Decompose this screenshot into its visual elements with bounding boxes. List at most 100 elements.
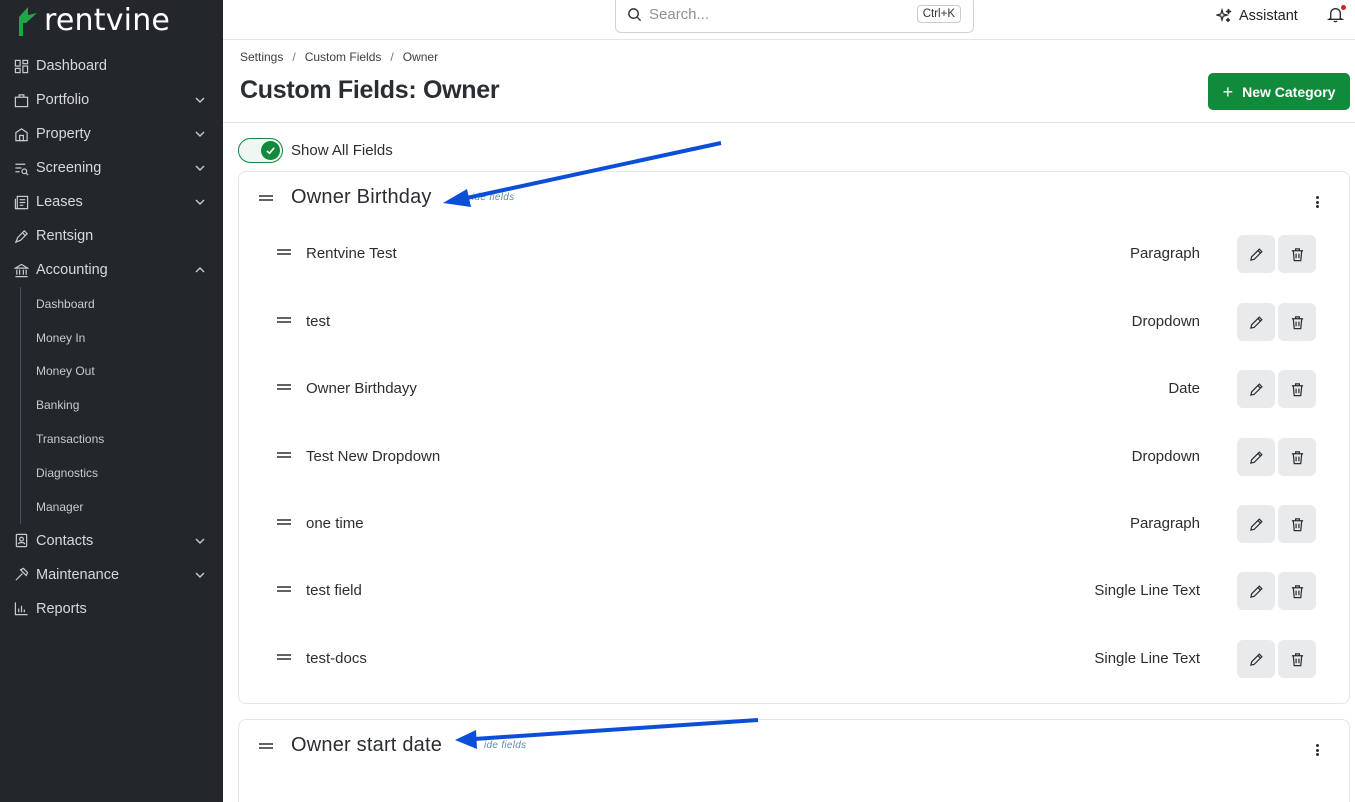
drag-handle-icon[interactable] — [259, 741, 273, 751]
sidebar: rentvine Dashboard Portfolio Property Sc… — [0, 0, 223, 802]
field-type: Single Line Text — [1094, 650, 1200, 667]
edit-field-button[interactable] — [1237, 572, 1275, 610]
submenu-item-diagnostics[interactable]: Diagnostics — [21, 456, 223, 490]
chevron-down-icon — [195, 538, 205, 544]
hide-fields-hint[interactable]: ide fields — [472, 192, 514, 203]
trash-icon — [1291, 382, 1303, 396]
hide-fields-hint[interactable]: ide fields — [484, 740, 526, 751]
sidebar-nav: Dashboard Portfolio Property Screening L… — [0, 49, 223, 626]
drag-handle-icon[interactable] — [259, 193, 273, 203]
drag-handle-icon[interactable] — [277, 382, 291, 392]
breadcrumb-owner: Owner — [402, 50, 439, 64]
edit-field-button[interactable] — [1237, 235, 1275, 273]
chevron-down-icon — [195, 572, 205, 578]
drag-handle-icon[interactable] — [277, 247, 291, 257]
breadcrumb-settings[interactable]: Settings — [240, 50, 283, 64]
delete-field-button[interactable] — [1278, 505, 1316, 543]
check-icon — [266, 147, 275, 155]
submenu-item-money-in[interactable]: Money In — [21, 321, 223, 355]
sidebar-item-screening[interactable]: Screening — [0, 151, 223, 185]
drag-handle-icon[interactable] — [277, 517, 291, 527]
top-bar: Search... Ctrl+K Assistant — [223, 0, 1355, 40]
submenu-item-dashboard[interactable]: Dashboard — [21, 287, 223, 321]
drag-handle-icon[interactable] — [277, 450, 291, 460]
sidebar-item-label: Reports — [36, 600, 87, 617]
field-type: Paragraph — [1129, 245, 1200, 262]
contacts-icon — [13, 533, 29, 549]
delete-field-button[interactable] — [1278, 370, 1316, 408]
new-category-button[interactable]: + New Category — [1208, 73, 1350, 110]
field-row: test field Single Line Text — [239, 571, 1349, 611]
assistant-button[interactable]: Assistant — [1216, 5, 1298, 27]
pencil-icon — [1249, 652, 1263, 666]
field-type: Dropdown — [1131, 313, 1200, 330]
breadcrumb-custom-fields[interactable]: Custom Fields — [305, 50, 382, 64]
trash-icon — [1291, 315, 1303, 329]
sidebar-item-portfolio[interactable]: Portfolio — [0, 83, 223, 117]
sidebar-item-accounting[interactable]: Accounting — [0, 253, 223, 287]
category-menu-button[interactable] — [1313, 194, 1321, 210]
trash-icon — [1291, 584, 1303, 598]
dashboard-icon — [13, 58, 29, 74]
trash-icon — [1291, 450, 1303, 464]
pencil-icon — [1249, 315, 1263, 329]
sidebar-item-reports[interactable]: Reports — [0, 592, 223, 626]
category-card: Owner Birthday ide fields Rentvine Test … — [238, 171, 1350, 704]
submenu-item-banking[interactable]: Banking — [21, 388, 223, 422]
chevron-down-icon — [195, 131, 205, 137]
field-row: Test New Dropdown Dropdown — [239, 437, 1349, 477]
sidebar-item-leases[interactable]: Leases — [0, 185, 223, 219]
global-search[interactable]: Search... Ctrl+K — [615, 0, 974, 33]
sidebar-item-label: Portfolio — [36, 92, 90, 108]
drag-handle-icon[interactable] — [277, 584, 291, 594]
chevron-down-icon — [195, 199, 205, 205]
submenu-item-money-out[interactable]: Money Out — [21, 355, 223, 389]
delete-field-button[interactable] — [1278, 303, 1316, 341]
search-shortcut-badge: Ctrl+K — [916, 5, 961, 23]
chevron-down-icon — [195, 97, 205, 103]
show-all-fields-row: Show All Fields — [238, 138, 393, 163]
category-menu-button[interactable] — [1313, 742, 1321, 758]
submenu-item-transactions[interactable]: Transactions — [21, 422, 223, 456]
edit-field-button[interactable] — [1237, 370, 1275, 408]
sidebar-item-label: Leases — [36, 194, 83, 210]
trash-icon — [1291, 247, 1303, 261]
notifications-button[interactable] — [1326, 5, 1346, 24]
submenu-item-manager[interactable]: Manager — [21, 490, 223, 524]
category-title: Owner start date — [291, 734, 443, 756]
sidebar-item-dashboard[interactable]: Dashboard — [0, 49, 223, 83]
maintenance-icon — [13, 567, 29, 583]
toggle-label: Show All Fields — [291, 142, 393, 159]
category-card: Owner start date ide fields — [238, 719, 1350, 802]
delete-field-button[interactable] — [1278, 640, 1316, 678]
field-type: Dropdown — [1131, 448, 1200, 465]
show-all-fields-toggle[interactable] — [238, 138, 283, 163]
drag-handle-icon[interactable] — [277, 652, 291, 662]
field-row: one time Paragraph — [239, 504, 1349, 544]
portfolio-icon — [13, 92, 29, 108]
assistant-label: Assistant — [1239, 8, 1298, 24]
notification-dot — [1341, 5, 1346, 10]
sidebar-item-property[interactable]: Property — [0, 117, 223, 151]
sidebar-item-label: Screening — [36, 160, 102, 176]
drag-handle-icon[interactable] — [277, 315, 291, 325]
toggle-knob — [261, 141, 280, 160]
sidebar-item-contacts[interactable]: Contacts — [0, 524, 223, 558]
accounting-icon — [13, 262, 29, 278]
pencil-icon — [1249, 517, 1263, 531]
edit-field-button[interactable] — [1237, 303, 1275, 341]
sidebar-item-maintenance[interactable]: Maintenance — [0, 558, 223, 592]
edit-field-button[interactable] — [1237, 438, 1275, 476]
rentvine-logo[interactable]: rentvine — [16, 2, 170, 38]
delete-field-button[interactable] — [1278, 572, 1316, 610]
sidebar-item-rentsign[interactable]: Rentsign — [0, 219, 223, 253]
field-row: test-docs Single Line Text — [239, 639, 1349, 679]
delete-field-button[interactable] — [1278, 235, 1316, 273]
edit-field-button[interactable] — [1237, 505, 1275, 543]
header-divider — [223, 122, 1355, 123]
field-name: Test New Dropdown — [306, 448, 441, 465]
delete-field-button[interactable] — [1278, 438, 1316, 476]
new-category-label: New Category — [1242, 83, 1336, 100]
edit-field-button[interactable] — [1237, 640, 1275, 678]
accounting-submenu: Dashboard Money In Money Out Banking Tra… — [20, 287, 223, 524]
